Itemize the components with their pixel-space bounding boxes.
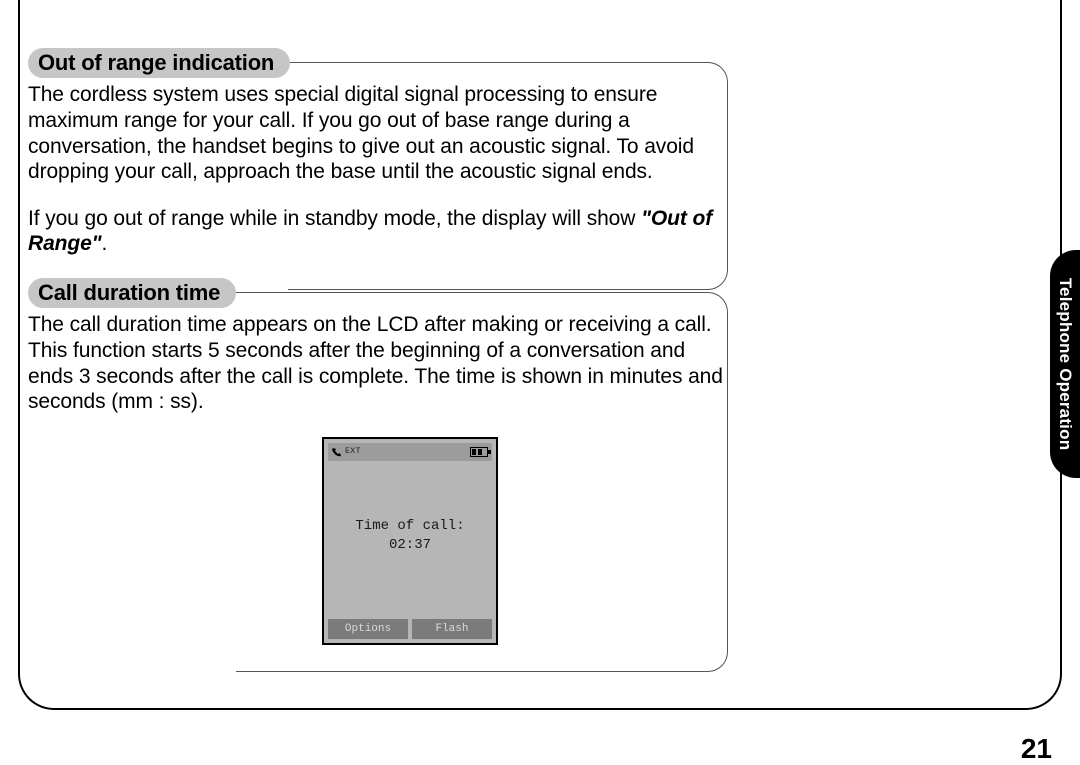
heading-out-of-range: Out of range indication [28, 48, 290, 78]
lcd-illustration: EXT Time of call: 02:37 Options Flash [322, 437, 498, 645]
lcd-line-2: 02:37 [324, 536, 496, 555]
section-tab-label: Telephone Operation [1055, 278, 1075, 451]
battery-icon [470, 447, 488, 457]
text: . [102, 232, 108, 255]
text: If you go out of range while in standby … [28, 207, 641, 230]
lcd-line-1: Time of call: [324, 517, 496, 536]
softkey-left: Options [328, 619, 408, 639]
lcd-screen: EXT Time of call: 02:37 Options Flash [322, 437, 498, 645]
paragraph: The call duration time appears on the LC… [28, 312, 728, 414]
lcd-ext-label: EXT [345, 447, 361, 456]
lcd-body: Time of call: 02:37 [324, 517, 496, 555]
softkey-right: Flash [412, 619, 492, 639]
paragraph: If you go out of range while in standby … [28, 206, 728, 257]
heading-call-duration: Call duration time [28, 278, 236, 308]
page-content: Out of range indication The cordless sys… [28, 48, 728, 645]
page-number: 21 [1021, 733, 1052, 765]
paragraph: The cordless system uses special digital… [28, 82, 728, 184]
section-tab-telephone-operation: Telephone Operation [1050, 250, 1080, 478]
section-out-of-range: Out of range indication The cordless sys… [28, 48, 728, 257]
section-call-duration: Call duration time The call duration tim… [28, 278, 728, 645]
phone-icon [332, 447, 342, 457]
lcd-softkeys: Options Flash [328, 619, 492, 639]
lcd-status-bar: EXT [328, 443, 492, 461]
